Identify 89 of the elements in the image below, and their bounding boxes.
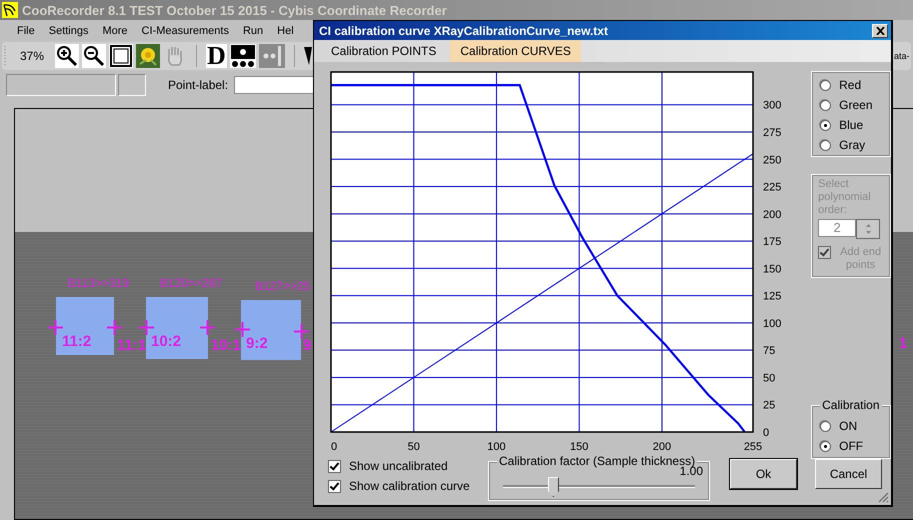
menu-item[interactable]: Settings: [42, 25, 96, 37]
close-button[interactable]: [872, 24, 888, 38]
cancel-button[interactable]: Cancel: [815, 459, 882, 490]
x-tick-label: 255: [744, 441, 762, 454]
y-tick-label: 225: [763, 182, 782, 194]
cross-marker-icon: [139, 320, 154, 335]
group-title: Calibration: [820, 398, 882, 412]
y-tick-label: 50: [763, 372, 776, 385]
radio-button[interactable]: [820, 80, 832, 91]
checkbox[interactable]: [328, 460, 341, 473]
down-arrow-icon: [866, 231, 871, 234]
marked-area: [241, 300, 301, 360]
marked-area: [56, 297, 114, 355]
y-tick-label: 150: [763, 264, 782, 276]
point-label: 11:1: [117, 337, 146, 354]
marked-area: [146, 297, 208, 359]
point-label: 9: [303, 337, 312, 354]
menu-item[interactable]: Run: [236, 25, 270, 37]
toolbar-grip-icon: [4, 44, 7, 68]
tab[interactable]: Calibration CURVES: [450, 40, 581, 62]
close-icon: [876, 26, 884, 35]
cross-marker-icon: [294, 324, 309, 339]
menu-item[interactable]: More: [95, 25, 135, 37]
radio-button[interactable]: [820, 140, 832, 151]
radio-label: OFF: [839, 439, 864, 454]
toolbar-text: ata-: [894, 51, 910, 61]
x-tick-label: 100: [487, 441, 506, 454]
point-label-field[interactable]: [234, 76, 314, 94]
zoom-out-icon[interactable]: [82, 44, 106, 68]
slider-thumb[interactable]: [548, 477, 559, 498]
x-tick-label: 150: [570, 441, 588, 454]
tab[interactable]: Calibration POINTS: [321, 40, 446, 62]
radio-label: Gray: [839, 138, 866, 152]
radio-label: ON: [839, 419, 858, 434]
cross-marker-icon: [107, 320, 122, 335]
y-tick-label: 75: [763, 345, 776, 358]
app-logo-icon: [2, 2, 18, 18]
zoom-level: 37%: [20, 49, 44, 63]
radio-label: Green: [839, 98, 872, 112]
checkbox-label: Show calibration curve: [349, 479, 470, 494]
radio-button[interactable]: [820, 440, 832, 452]
dots-bar-icon[interactable]: [258, 44, 285, 68]
radio-label: Red: [839, 78, 862, 92]
status-field: [118, 74, 146, 96]
y-tick-label: 25: [763, 400, 776, 412]
y-tick-label: 275: [763, 127, 782, 140]
y-tick-label: 250: [763, 154, 782, 166]
point-label: 11:2: [62, 333, 92, 350]
measurement-label: B120>>287: [160, 276, 222, 290]
dialog-title: CI calibration curve XRayCalibrationCurve_new.txt: [319, 24, 608, 38]
letter-tool-button[interactable]: D: [206, 44, 227, 68]
dots-icon[interactable]: [230, 44, 256, 68]
y-tick-label: 300: [763, 100, 782, 112]
y-tick-label: 100: [763, 318, 782, 330]
menu-item[interactable]: CI-Measurements: [134, 25, 236, 37]
point-label: 1: [899, 335, 908, 352]
square-icon[interactable]: [109, 44, 134, 68]
x-tick-label: 200: [652, 441, 672, 454]
resize-grip-icon: [877, 491, 889, 503]
flower-icon[interactable]: [136, 44, 160, 68]
window-title: CooRecorder 8.1 TEST October 15 2015 - Cybis Coordinate Recorder: [22, 2, 447, 18]
point-label: 10:2: [151, 333, 182, 350]
y-tick-label: 125: [763, 290, 782, 303]
menu-item[interactable]: Hel: [270, 25, 301, 37]
checkbox-label: Show uncalibrated: [349, 459, 448, 474]
cross-marker-icon: [235, 322, 250, 337]
y-tick-label: 0: [763, 427, 770, 440]
ok-button[interactable]: Ok: [730, 459, 797, 490]
measurement-label: B113>>319: [68, 276, 130, 290]
radio-button[interactable]: [820, 120, 832, 131]
y-tick-label: 200: [763, 208, 782, 221]
y-tick-label: 175: [763, 236, 782, 248]
point-label: 9:2: [246, 335, 268, 352]
cross-marker-icon: [200, 320, 215, 335]
point-label: 10:1: [211, 337, 242, 354]
radio-label: Blue: [839, 118, 864, 132]
checkbox[interactable]: [328, 480, 341, 493]
radio-button[interactable]: [820, 100, 832, 111]
group-title: Calibration factor (Sample thickness): [497, 454, 698, 468]
zoom-in-icon[interactable]: [55, 44, 80, 68]
cross-marker-icon: [48, 320, 63, 335]
point-label-text: Point-label:: [168, 78, 228, 92]
x-tick-label: 50: [408, 441, 420, 454]
menu-item[interactable]: File: [10, 25, 42, 37]
measurement-label: B127>>25: [255, 279, 310, 293]
radio-button[interactable]: [820, 420, 832, 432]
triangle-icon[interactable]: [304, 45, 312, 67]
x-tick-label: 0: [331, 441, 338, 454]
up-arrow-icon: [866, 224, 871, 228]
